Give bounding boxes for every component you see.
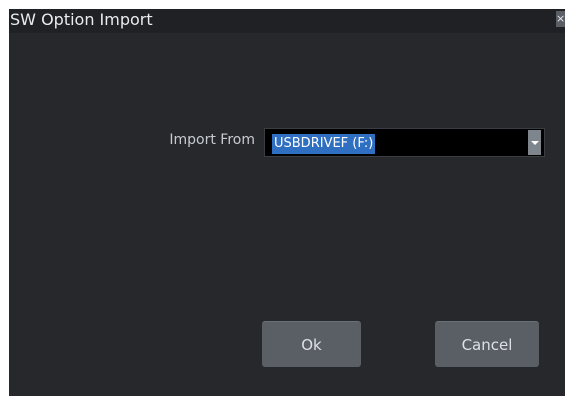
import-from-selected-value: USBDRIVEF (F:): [272, 134, 376, 154]
ok-button[interactable]: Ok: [262, 321, 361, 367]
chevron-down-icon[interactable]: [528, 130, 541, 155]
close-icon[interactable]: ×: [556, 11, 565, 27]
cancel-button[interactable]: Cancel: [435, 321, 539, 367]
dialog-title: SW Option Import: [10, 10, 153, 29]
sw-option-import-dialog: SW Option Import × Import From USBDRIVEF…: [9, 9, 565, 396]
dialog-titlebar: SW Option Import ×: [9, 9, 565, 33]
import-from-label: Import From: [169, 132, 255, 148]
import-from-dropdown[interactable]: USBDRIVEF (F:): [264, 128, 545, 157]
